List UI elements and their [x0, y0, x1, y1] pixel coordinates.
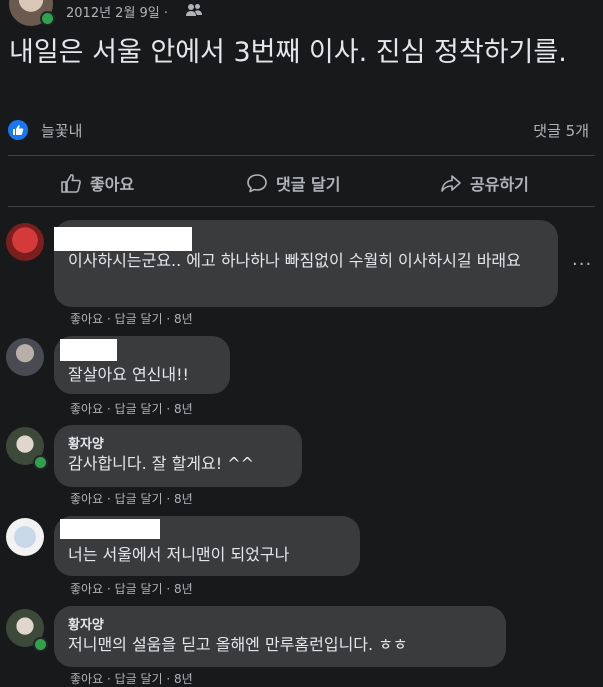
thumbs-up-icon: [61, 174, 81, 193]
comment-bubble: 황자양 저니맨의 설움을 딛고 올해엔 만루홈런입니다. ㅎㅎ: [54, 606, 506, 667]
comment-like-link[interactable]: 좋아요: [70, 672, 103, 686]
commenter-avatar[interactable]: [6, 518, 44, 556]
comment-bubble: 이사하시는군요.. 에고 하나하나 빠짐없이 수월히 이사하시길 바래요: [54, 220, 558, 307]
comment-text: 이사하시는군요.. 에고 하나하나 빠짐없이 수월히 이사하시길 바래요: [68, 251, 521, 270]
comment-reply-link[interactable]: 답글 달기: [115, 492, 163, 506]
divider: [8, 155, 595, 156]
comment-meta: 좋아요 · 답글 달기 · 8년: [70, 312, 193, 326]
online-status-dot: [40, 11, 55, 26]
comment-age[interactable]: 8년: [174, 312, 193, 326]
liker-name[interactable]: 늘꽃내: [41, 120, 82, 141]
commenter-name[interactable]: 황자양: [68, 433, 104, 452]
like-button[interactable]: 좋아요: [60, 170, 134, 196]
comment-text: 감사합니다. 잘 할게요! ^^: [68, 454, 255, 473]
comment-age[interactable]: 8년: [174, 402, 193, 416]
online-status-dot: [33, 455, 48, 470]
comment-reply-link[interactable]: 답글 달기: [115, 672, 163, 686]
comment-like-link[interactable]: 좋아요: [70, 402, 103, 416]
comment-meta: 좋아요 · 답글 달기 · 8년: [70, 492, 193, 506]
commenter-name-redacted: [60, 339, 117, 361]
online-status-dot: [33, 637, 48, 652]
comment-bubble: 황자양 감사합니다. 잘 할게요! ^^: [54, 425, 302, 487]
friends-icon: [186, 4, 202, 16]
comment-reply-link[interactable]: 답글 달기: [115, 402, 163, 416]
like-label: 좋아요: [90, 175, 135, 194]
comment-age[interactable]: 8년: [174, 492, 193, 506]
comment-reply-link[interactable]: 답글 달기: [115, 582, 163, 596]
comment-age[interactable]: 8년: [174, 672, 193, 686]
comment-button[interactable]: 댓글 달기: [246, 170, 340, 196]
post-text: 내일은 서울 안에서 3번째 이사. 진심 정착하기를.: [9, 37, 567, 68]
comment-bubble: 너는 서울에서 저니맨이 되었구나: [54, 516, 360, 576]
commenter-name-redacted: [60, 519, 160, 539]
commenter-avatar[interactable]: [6, 223, 44, 261]
share-button[interactable]: 공유하기: [440, 170, 529, 196]
post-header: 2012년 2월 9일 ·: [0, 0, 603, 26]
comment-label: 댓글 달기: [276, 175, 341, 194]
commenter-name[interactable]: 황자양: [68, 614, 104, 633]
divider: [8, 206, 595, 207]
comment-icon: [247, 174, 267, 193]
comment-count[interactable]: 댓글 5개: [533, 120, 589, 141]
comment-meta: 좋아요 · 답글 달기 · 8년: [70, 672, 193, 686]
comment-text: 잘살아요 연신내!!: [68, 365, 189, 384]
comment-text: 저니맨의 설움을 딛고 올해엔 만루홈런입니다. ㅎㅎ: [68, 635, 408, 654]
comment-meta: 좋아요 · 답글 달기 · 8년: [70, 402, 193, 416]
like-reaction-icon[interactable]: [8, 120, 28, 140]
comment-text: 너는 서울에서 저니맨이 되었구나: [68, 545, 290, 564]
comment-reply-link[interactable]: 답글 달기: [115, 312, 163, 326]
comment-like-link[interactable]: 좋아요: [70, 582, 103, 596]
comment-age[interactable]: 8년: [174, 582, 193, 596]
share-icon: [441, 175, 461, 192]
more-options-icon[interactable]: ···: [572, 254, 592, 275]
comment-bubble: 잘살아요 연신내!!: [54, 336, 230, 394]
post-date[interactable]: 2012년 2월 9일 ·: [66, 2, 168, 21]
share-label: 공유하기: [470, 175, 529, 194]
comment-meta: 좋아요 · 답글 달기 · 8년: [70, 582, 193, 596]
comment-like-link[interactable]: 좋아요: [70, 312, 103, 326]
commenter-avatar[interactable]: [6, 338, 44, 376]
comment-like-link[interactable]: 좋아요: [70, 492, 103, 506]
